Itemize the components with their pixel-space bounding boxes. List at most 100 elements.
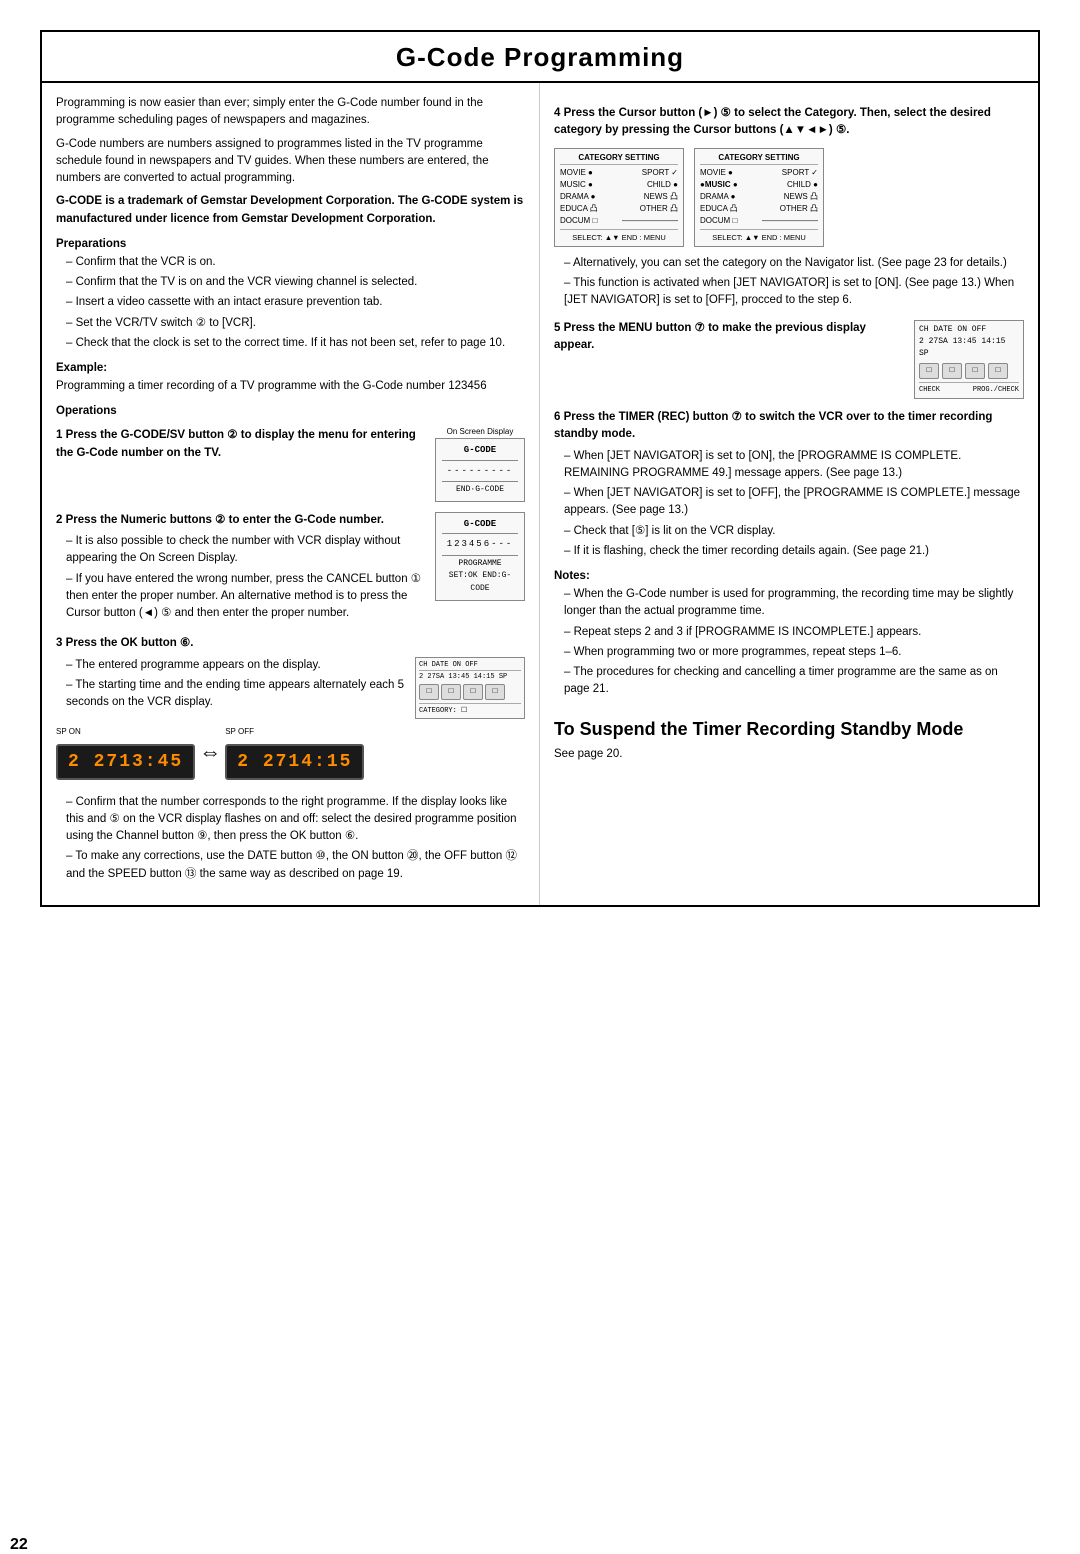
osd-footer-2: PROGRAMME SET:OK END:G-CODE (442, 555, 518, 596)
subtitle-section: To Suspend the Timer Recording Standby M… (554, 719, 1024, 763)
prog-btn-3: □ (965, 363, 985, 379)
osd-dashes-1: --------- (442, 464, 518, 478)
prog-check-row1: 2 27SA 13:45 14:15 SP (919, 336, 1019, 360)
prog-check-buttons: □ □ □ □ (919, 363, 1019, 379)
vcr-step3-row: 2 27SA 13:45 14:15 SP (419, 673, 521, 681)
cat-footer-left: SELECT: ▲▼ END : MENU (560, 229, 678, 243)
note-1: When the G-Code number is used for progr… (564, 586, 1024, 621)
cat-row-3: DRAMA ●NEWS 凸 (560, 191, 678, 203)
vcr-step3-header: CH DATE ON OFF (419, 661, 521, 671)
step-2-content: 2 Press the Numeric buttons ② to enter t… (56, 512, 525, 626)
step-3-bullet-4: To make any corrections, use the DATE bu… (66, 848, 525, 883)
cat-footer-right: SELECT: ▲▼ END : MENU (700, 229, 818, 243)
step-3-text: The entered programme appears on the dis… (56, 657, 405, 715)
prog-check-footer-left: CHECK (919, 385, 940, 396)
step-4-bullet-2: This function is activated when [JET NAV… (564, 275, 1024, 310)
vcr-step3-display: CH DATE ON OFF 2 27SA 13:45 14:15 SP □ □… (415, 657, 525, 719)
cat-row-r1: MOVIE ●SPORT ✓ (700, 167, 818, 179)
step-3-bullet-3: Confirm that the number corresponds to t… (66, 794, 525, 846)
prep-item: Check that the clock is set to the corre… (66, 335, 525, 352)
step-6-bullet-2: When [JET NAVIGATOR] is set to [OFF], th… (564, 485, 1024, 520)
note-2: Repeat steps 2 and 3 if [PROGRAMME IS IN… (564, 624, 1024, 641)
subtitle-body: See page 20. (554, 746, 1024, 763)
osd-label: On Screen Display (435, 427, 525, 436)
step-1-heading: 1 Press the G-CODE/SV button ② to displa… (56, 427, 425, 462)
cat-row-4: EDUCA 凸OTHER 凸 (560, 203, 678, 215)
notes-heading: Notes: (554, 570, 1024, 582)
osd-code-2: 123456--- (442, 537, 518, 551)
left-column: Programming is now easier than ever; sim… (42, 83, 540, 905)
example-heading: Example: (56, 362, 525, 374)
step-2-bullet-1: It is also possible to check the number … (66, 533, 425, 568)
step-1-content: 1 Press the G-CODE/SV button ② to displa… (56, 427, 525, 502)
page-title: G-Code Programming (42, 42, 1038, 73)
cat-row-5: DOCUM □——————— (560, 215, 678, 227)
content-area: Programming is now easier than ever; sim… (42, 83, 1038, 905)
cat-title-right: CATEGORY SETTING (700, 152, 818, 165)
step-3-bullets: The entered programme appears on the dis… (56, 657, 405, 712)
step-1-image: On Screen Display G-CODE --------- END·G… (435, 427, 525, 502)
cat-title-left: CATEGORY SETTING (560, 152, 678, 165)
prog-check-footer-right: PROG./CHECK (973, 385, 1019, 396)
step-5-image: CH DATE ON OFF 2 27SA 13:45 14:15 SP □ □… (914, 320, 1024, 400)
step-4-bullets: Alternatively, you can set the category … (554, 255, 1024, 310)
step-1-text: 1 Press the G-CODE/SV button ② to displa… (56, 427, 425, 466)
step-3-bullet-1: The entered programme appears on the dis… (66, 657, 405, 674)
step-4-block: 4 Press the Cursor button (►) ⑤ to selec… (554, 105, 1024, 310)
step-6-bullets: When [JET NAVIGATOR] is set to [ON], the… (554, 448, 1024, 561)
operations-heading: Operations (56, 405, 525, 417)
page-number: 22 (10, 1536, 28, 1554)
prog-check-display: CH DATE ON OFF 2 27SA 13:45 14:15 SP □ □… (914, 320, 1024, 400)
step-6-bullet-1: When [JET NAVIGATOR] is set to [ON], the… (564, 448, 1024, 483)
vcr-label-2: SP OFF 2 2714:15 (225, 727, 364, 786)
prep-item: Set the VCR/TV switch ② to [VCR]. (66, 315, 525, 332)
note-4: The procedures for checking and cancelli… (564, 664, 1024, 699)
notes-list: When the G-Code number is used for progr… (554, 586, 1024, 699)
step-1-block: 1 Press the G-CODE/SV button ② to displa… (56, 427, 525, 502)
osd-display-1: G-CODE --------- END·G-CODE (435, 438, 525, 502)
prog-btn-2: □ (942, 363, 962, 379)
cat-box-right: CATEGORY SETTING MOVIE ●SPORT ✓ ●MUSIC ●… (694, 148, 824, 247)
vcr-btn-1: □ (419, 684, 439, 700)
notes-block: Notes: When the G-Code number is used fo… (554, 570, 1024, 699)
vcr-btn-4: □ (485, 684, 505, 700)
cat-row-r5: DOCUM □——————— (700, 215, 818, 227)
cat-row-2: MUSIC ●CHILD ● (560, 179, 678, 191)
step-2-text: 2 Press the Numeric buttons ② to enter t… (56, 512, 425, 626)
step-2-image: G-CODE 123456--- PROGRAMME SET:OK END:G-… (435, 512, 525, 601)
cat-row-r3: DRAMA ●NEWS 凸 (700, 191, 818, 203)
page-wrapper: G-Code Programming Programming is now ea… (40, 30, 1040, 907)
subtitle-heading: To Suspend the Timer Recording Standby M… (554, 719, 1024, 740)
cat-row-r4: EDUCA 凸OTHER 凸 (700, 203, 818, 215)
vcr-btn-3: □ (463, 684, 483, 700)
step-6-bullet-4: If it is flashing, check the timer recor… (564, 543, 1024, 560)
cat-row-1: MOVIE ●SPORT ✓ (560, 167, 678, 179)
intro-para-2: G-Code numbers are numbers assigned to p… (56, 136, 525, 188)
vcr-display-1: 2 2713:45 (56, 744, 195, 780)
vcr-step3-buttons: □ □ □ □ (419, 684, 521, 700)
step-4-bullet-1: Alternatively, you can set the category … (564, 255, 1024, 272)
intro-para-1: Programming is now easier than ever; sim… (56, 95, 525, 130)
step-3-image: CH DATE ON OFF 2 27SA 13:45 14:15 SP □ □… (415, 657, 525, 719)
prep-item: Insert a video cassette with an intact e… (66, 294, 525, 311)
step-6-bullet-3: Check that [⑤] is lit on the VCR display… (564, 523, 1024, 540)
step-6-heading: 6 Press the TIMER (REC) button ⑦ to swit… (554, 409, 1024, 444)
preparations-list: Confirm that the VCR is on. Confirm that… (56, 254, 525, 352)
step-5-content: 5 Press the MENU button ⑦ to make the pr… (554, 320, 1024, 400)
step-5-heading: 5 Press the MENU button ⑦ to make the pr… (554, 320, 904, 355)
title-box: G-Code Programming (42, 32, 1038, 83)
step-2-block: 2 Press the Numeric buttons ② to enter t… (56, 512, 525, 626)
step-6-block: 6 Press the TIMER (REC) button ⑦ to swit… (554, 409, 1024, 560)
step-5-text: 5 Press the MENU button ⑦ to make the pr… (554, 320, 904, 359)
osd-title-2: G-CODE (442, 517, 518, 534)
prog-btn-4: □ (988, 363, 1008, 379)
step-2-bullet-2: If you have entered the wrong number, pr… (66, 571, 425, 623)
vcr-label-1: SP ON 2 2713:45 (56, 727, 195, 786)
vcr-displays-row: SP ON 2 2713:45 ⇔ SP OFF 2 2714:15 (56, 727, 525, 786)
vcr-btn-2: □ (441, 684, 461, 700)
note-3: When programming two or more programmes,… (564, 644, 1024, 661)
preparations-heading: Preparations (56, 238, 525, 250)
trademark-text: G-CODE is a trademark of Gemstar Develop… (56, 193, 525, 228)
arrow-icon: ⇔ (199, 739, 221, 765)
step-3-heading: 3 Press the OK button ⑥. (56, 635, 525, 652)
